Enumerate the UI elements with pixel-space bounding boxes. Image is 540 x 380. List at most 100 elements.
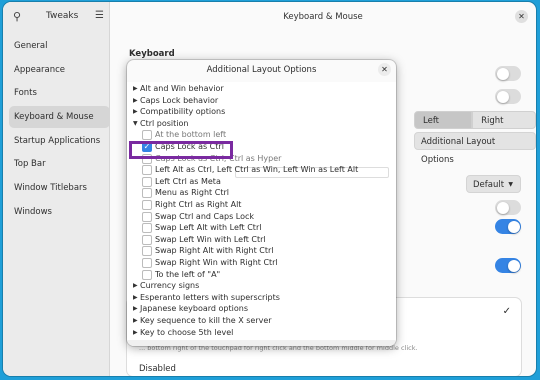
option-label: Swap Right Win with Right Ctrl bbox=[155, 258, 278, 267]
checkbox-checked[interactable]: ✓ bbox=[142, 142, 152, 152]
option-row[interactable]: Swap Left Alt with Left Ctrl bbox=[127, 222, 396, 234]
horizontal-scrollbar[interactable] bbox=[127, 340, 396, 346]
option-row[interactable]: Swap Right Alt with Right Ctrl bbox=[127, 245, 396, 257]
collapsed-arrow-icon[interactable]: ▶ bbox=[133, 327, 138, 339]
left-super-option[interactable]: Left Super bbox=[414, 111, 473, 144]
collapsed-arrow-icon[interactable]: ▶ bbox=[133, 292, 138, 304]
option-row[interactable]: Left Alt as Ctrl, Left Ctrl as Win, Left… bbox=[127, 164, 396, 176]
option-label: Left Alt as Ctrl, Left Ctrl as Win, Left… bbox=[155, 165, 359, 175]
option-row[interactable]: Swap Right Win with Right Ctrl bbox=[127, 257, 396, 269]
toggle-switch[interactable] bbox=[495, 258, 521, 273]
checkmark-icon: ✓ bbox=[502, 306, 511, 317]
sidebar: ⚲ Tweaks ☰ General Appearance Fonts Keyboar… bbox=[3, 2, 110, 376]
disabled-option[interactable]: Disabled bbox=[139, 364, 176, 374]
group-label: Key to choose 5th level bbox=[140, 327, 234, 337]
tree-group-row[interactable]: ▶ Currency signs bbox=[127, 280, 396, 292]
checkbox[interactable] bbox=[142, 234, 152, 245]
checkbox[interactable] bbox=[142, 165, 152, 176]
toggle-switch[interactable] bbox=[495, 89, 521, 104]
tree-group-row[interactable]: ▶ Caps Lock behavior bbox=[127, 95, 396, 107]
sidebar-item[interactable]: General bbox=[9, 35, 110, 57]
sidebar-header: ⚲ Tweaks ☰ bbox=[3, 2, 110, 32]
collapsed-arrow-icon[interactable]: ▶ bbox=[133, 106, 138, 118]
option-row[interactable]: Menu as Right Ctrl bbox=[127, 187, 396, 199]
tree-group-row[interactable]: ▶ Compatibility options bbox=[127, 106, 396, 118]
collapsed-arrow-icon[interactable]: ▶ bbox=[133, 83, 138, 95]
search-icon[interactable]: ⚲ bbox=[13, 10, 21, 23]
sidebar-item[interactable]: Fonts bbox=[9, 82, 110, 104]
checkbox[interactable] bbox=[142, 188, 152, 199]
sidebar-item[interactable]: Appearance bbox=[9, 59, 110, 81]
dropdown-select[interactable]: Default ▼ bbox=[466, 175, 521, 193]
option-row[interactable]: At the bottom left bbox=[127, 129, 396, 141]
option-row[interactable]: Caps Lock as Ctrl, Ctrl as Hyper bbox=[127, 153, 396, 165]
checkbox[interactable] bbox=[142, 269, 152, 280]
hamburger-menu-icon[interactable]: ☰ bbox=[95, 10, 104, 21]
group-label: Ctrl position bbox=[140, 118, 189, 128]
sidebar-item[interactable]: Keyboard & Mouse bbox=[9, 106, 110, 128]
close-icon[interactable]: ✕ bbox=[378, 63, 391, 76]
checkbox[interactable] bbox=[142, 176, 152, 187]
overview-key-selector: Left Super Right Super bbox=[414, 111, 536, 144]
option-label: To the left of "A" bbox=[155, 269, 221, 279]
option-label: Left Ctrl as Meta bbox=[155, 176, 221, 186]
option-row[interactable]: Left Ctrl as Meta bbox=[127, 176, 396, 188]
toggle-switch[interactable] bbox=[495, 66, 521, 81]
toggle-switch[interactable] bbox=[495, 219, 521, 234]
dropdown-arrow-icon: ▼ bbox=[508, 181, 513, 188]
right-super-option[interactable]: Right Super bbox=[472, 111, 536, 144]
checkbox[interactable] bbox=[142, 246, 152, 257]
option-row[interactable]: ✓ Caps Lock as Ctrl bbox=[127, 141, 396, 153]
group-label: Compatibility options bbox=[140, 107, 226, 117]
option-row[interactable]: Swap Ctrl and Caps Lock bbox=[127, 211, 396, 223]
option-row[interactable]: Right Ctrl as Right Alt bbox=[127, 199, 396, 211]
group-label: Key sequence to kill the X server bbox=[140, 316, 272, 325]
tree-group-row[interactable]: ▶ Key sequence to kill the X server bbox=[127, 315, 396, 327]
option-label: Caps Lock as Ctrl, Ctrl as Hyper bbox=[155, 153, 282, 163]
checkbox[interactable] bbox=[142, 153, 152, 164]
checkbox[interactable] bbox=[142, 211, 152, 222]
option-label: Right Ctrl as Right Alt bbox=[155, 200, 242, 209]
tree-group-row[interactable]: ▶ Esperanto letters with superscripts bbox=[127, 292, 396, 304]
tree-group-row[interactable]: ▼ Ctrl position bbox=[127, 118, 396, 130]
collapsed-arrow-icon[interactable]: ▶ bbox=[133, 315, 138, 327]
group-label: Caps Lock behavior bbox=[140, 95, 219, 105]
close-window-icon[interactable]: ✕ bbox=[515, 10, 528, 23]
checkbox[interactable] bbox=[142, 223, 152, 234]
option-label: Swap Right Alt with Right Ctrl bbox=[155, 246, 274, 256]
dropdown-value: Default bbox=[473, 180, 505, 190]
option-row[interactable]: Swap Left Win with Left Ctrl bbox=[127, 234, 396, 246]
section-keyboard-label: Keyboard bbox=[129, 49, 175, 59]
option-label: Swap Left Alt with Left Ctrl bbox=[155, 223, 262, 233]
tree-group-row[interactable]: ▶ Japanese keyboard options bbox=[127, 303, 396, 315]
group-label: Japanese keyboard options bbox=[140, 304, 248, 314]
option-label: Swap Left Win with Left Ctrl bbox=[155, 234, 266, 244]
expanded-arrow-icon[interactable]: ▼ bbox=[133, 118, 138, 130]
option-label: Swap Ctrl and Caps Lock bbox=[155, 211, 255, 221]
sidebar-item[interactable]: Top Bar bbox=[9, 153, 110, 175]
sidebar-item[interactable]: Startup Applications bbox=[9, 130, 110, 152]
checkbox[interactable] bbox=[142, 130, 152, 141]
options-tree: ▶ Alt and Win behavior ▶ Caps Lock behavior… bbox=[127, 82, 396, 346]
group-label: Esperanto letters with superscripts bbox=[140, 292, 280, 302]
collapsed-arrow-icon[interactable]: ▶ bbox=[133, 95, 138, 107]
tree-group-row[interactable]: ▶ Alt and Win behavior bbox=[127, 83, 396, 95]
option-label: Caps Lock as Ctrl bbox=[155, 142, 224, 151]
sidebar-item[interactable]: Window Titlebars bbox=[9, 177, 110, 199]
group-label: Alt and Win behavior bbox=[140, 84, 224, 93]
toggle-switch[interactable] bbox=[495, 200, 521, 215]
option-label: At the bottom left bbox=[155, 130, 227, 140]
group-label: Currency signs bbox=[140, 281, 200, 291]
additional-layout-options-button[interactable]: Additional Layout Options bbox=[414, 132, 536, 165]
tree-group-row[interactable]: ▶ Key to choose 5th level bbox=[127, 327, 396, 339]
collapsed-arrow-icon[interactable]: ▶ bbox=[133, 280, 138, 292]
checkbox[interactable] bbox=[142, 258, 152, 268]
app-title: Tweaks bbox=[46, 11, 79, 21]
option-label: Menu as Right Ctrl bbox=[155, 188, 229, 198]
dialog-title: Additional Layout Options bbox=[206, 65, 317, 75]
checkbox[interactable] bbox=[142, 200, 152, 210]
sidebar-item[interactable]: Windows bbox=[9, 201, 110, 223]
additional-layout-options-dialog: Additional Layout Options ✕ ▶ Alt and Win… bbox=[127, 60, 396, 346]
collapsed-arrow-icon[interactable]: ▶ bbox=[133, 303, 138, 315]
option-row[interactable]: To the left of "A" bbox=[127, 269, 396, 281]
